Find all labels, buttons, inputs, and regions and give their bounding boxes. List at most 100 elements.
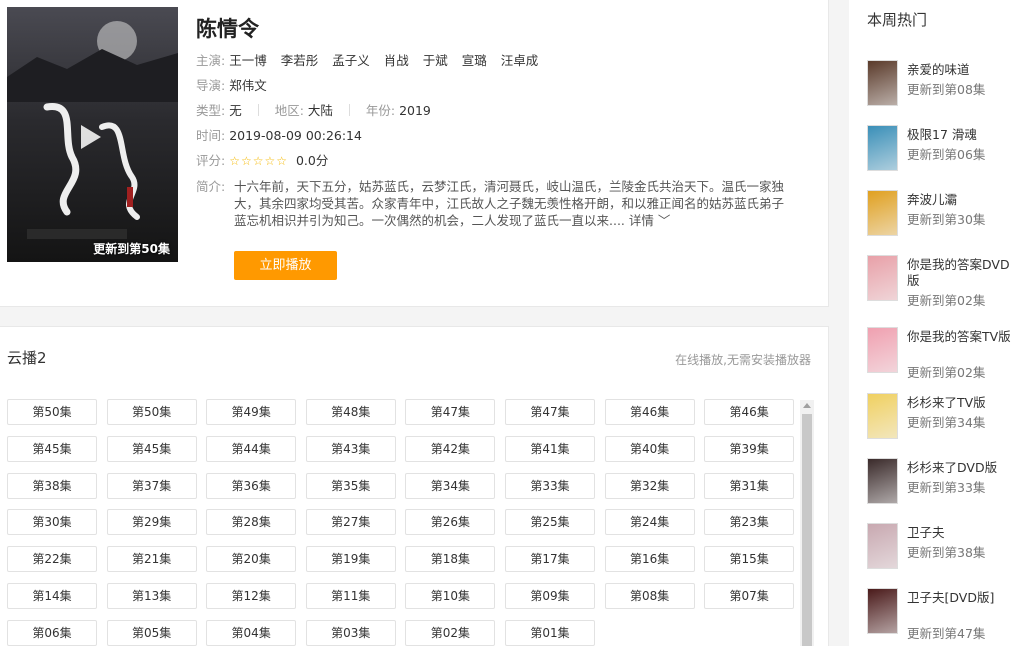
rating-stars-icon[interactable]: ☆☆☆☆☆ bbox=[229, 154, 288, 168]
episode-button[interactable]: 第38集 bbox=[7, 472, 97, 499]
episode-button[interactable]: 第04集 bbox=[206, 619, 297, 646]
episode-button[interactable]: 第13集 bbox=[106, 583, 197, 609]
episode-button[interactable]: 第22集 bbox=[7, 546, 97, 573]
hot-item-name[interactable]: 亲爱的味道 bbox=[907, 62, 1021, 78]
episode-button[interactable]: 第32集 bbox=[604, 472, 695, 499]
episode-button[interactable]: 第41集 bbox=[505, 435, 595, 462]
episode-button[interactable]: 第43集 bbox=[305, 435, 396, 462]
episode-button[interactable]: 第12集 bbox=[206, 583, 297, 609]
episode-button[interactable]: 第47集 bbox=[505, 399, 595, 425]
episode-button[interactable]: 第31集 bbox=[704, 472, 795, 499]
cast-link[interactable]: 李若彤 bbox=[281, 53, 319, 68]
hot-item[interactable]: 你是我的答案DVD版 更新到第02集 bbox=[867, 255, 1023, 308]
episode-button[interactable]: 第10集 bbox=[405, 583, 496, 609]
episode-button[interactable]: 第50集 bbox=[106, 399, 197, 425]
hot-thumbnail[interactable] bbox=[867, 60, 898, 106]
episode-button[interactable]: 第35集 bbox=[305, 472, 396, 499]
episode-button[interactable]: 第03集 bbox=[305, 619, 396, 646]
episode-button[interactable]: 第06集 bbox=[7, 619, 97, 646]
episode-button[interactable]: 第02集 bbox=[405, 619, 496, 646]
poster-image[interactable]: 更新到第50集 bbox=[7, 7, 178, 262]
episode-button[interactable]: 第29集 bbox=[106, 509, 197, 536]
play-now-button[interactable]: 立即播放 bbox=[234, 251, 337, 280]
episode-button[interactable]: 第14集 bbox=[7, 583, 97, 609]
more-label[interactable]: 详情 bbox=[629, 213, 654, 228]
scroll-up-icon[interactable] bbox=[803, 403, 811, 408]
hot-thumbnail[interactable] bbox=[867, 523, 898, 569]
hot-item[interactable]: 杉杉来了TV版 更新到第34集 bbox=[867, 393, 1023, 441]
hot-thumbnail[interactable] bbox=[867, 190, 898, 236]
episode-button[interactable]: 第37集 bbox=[106, 472, 197, 499]
hot-item-name[interactable]: 极限17 滑魂 bbox=[907, 127, 1021, 143]
episode-button[interactable]: 第27集 bbox=[305, 509, 396, 536]
hot-item[interactable]: 亲爱的味道 更新到第08集 bbox=[867, 60, 1023, 108]
region-value[interactable]: 大陆 bbox=[308, 103, 333, 118]
episode-button[interactable]: 第46集 bbox=[704, 399, 795, 425]
episode-button[interactable]: 第26集 bbox=[405, 509, 496, 536]
hot-item-name[interactable]: 你是我的答案TV版 bbox=[907, 329, 1021, 345]
hot-item-name[interactable]: 杉杉来了DVD版 bbox=[907, 460, 1021, 476]
episode-button[interactable]: 第19集 bbox=[305, 546, 396, 573]
cast-link[interactable]: 王一博 bbox=[229, 53, 267, 68]
episode-button[interactable]: 第17集 bbox=[505, 546, 595, 573]
more-link[interactable]: 详情 ﹀ bbox=[629, 213, 671, 228]
hot-thumbnail[interactable] bbox=[867, 327, 898, 373]
episode-button[interactable]: 第24集 bbox=[604, 509, 695, 536]
hot-item[interactable]: 杉杉来了DVD版 更新到第33集 bbox=[867, 458, 1023, 506]
episode-button[interactable]: 第20集 bbox=[206, 546, 297, 573]
cast-link[interactable]: 汪卓成 bbox=[501, 53, 539, 68]
hot-item-name[interactable]: 杉杉来了TV版 bbox=[907, 395, 1021, 411]
episode-button[interactable]: 第16集 bbox=[604, 546, 695, 573]
cast-link[interactable]: 孟子义 bbox=[332, 53, 370, 68]
episode-button[interactable]: 第47集 bbox=[405, 399, 496, 425]
source-name[interactable]: 云播2 bbox=[7, 347, 47, 368]
episode-button[interactable]: 第33集 bbox=[505, 472, 595, 499]
hot-thumbnail[interactable] bbox=[867, 458, 898, 504]
episode-button[interactable]: 第46集 bbox=[604, 399, 695, 425]
hot-item-name[interactable]: 你是我的答案DVD版 bbox=[907, 257, 1021, 289]
cast-link[interactable]: 肖战 bbox=[384, 53, 409, 68]
episode-button[interactable]: 第36集 bbox=[206, 472, 297, 499]
hot-thumbnail[interactable] bbox=[867, 255, 898, 301]
hot-item-name[interactable]: 奔波儿灞 bbox=[907, 192, 1021, 208]
episode-button[interactable]: 第34集 bbox=[405, 472, 496, 499]
episode-button[interactable]: 第48集 bbox=[305, 399, 396, 425]
type-value[interactable]: 无 bbox=[229, 103, 242, 118]
episode-button[interactable]: 第25集 bbox=[505, 509, 595, 536]
episode-button[interactable]: 第18集 bbox=[405, 546, 496, 573]
director-link[interactable]: 郑伟文 bbox=[229, 78, 267, 93]
episode-button[interactable]: 第44集 bbox=[206, 435, 297, 462]
hot-item[interactable]: 卫子夫 更新到第38集 bbox=[867, 523, 1023, 571]
episode-button[interactable]: 第05集 bbox=[106, 619, 197, 646]
episode-button[interactable]: 第40集 bbox=[604, 435, 695, 462]
hot-item[interactable]: 奔波儿灞 更新到第30集 bbox=[867, 190, 1023, 238]
episode-button[interactable]: 第30集 bbox=[7, 509, 97, 536]
cast-link[interactable]: 宣璐 bbox=[462, 53, 487, 68]
chevron-down-icon[interactable]: ﹀ bbox=[658, 213, 671, 228]
episode-button[interactable]: 第50集 bbox=[7, 399, 97, 425]
cast-link[interactable]: 于斌 bbox=[423, 53, 448, 68]
play-icon[interactable] bbox=[79, 123, 103, 151]
episode-button[interactable]: 第45集 bbox=[106, 435, 197, 462]
episode-button[interactable]: 第07集 bbox=[704, 583, 795, 609]
hot-item[interactable]: 卫子夫[DVD版] 更新到第47集 bbox=[867, 588, 1023, 641]
episode-button[interactable]: 第01集 bbox=[505, 619, 595, 646]
episode-button[interactable]: 第11集 bbox=[305, 583, 396, 609]
episode-scrollbar[interactable] bbox=[800, 400, 814, 646]
hot-item-name[interactable]: 卫子夫 bbox=[907, 525, 1021, 541]
hot-thumbnail[interactable] bbox=[867, 588, 898, 634]
episode-button[interactable]: 第08集 bbox=[604, 583, 695, 609]
episode-button[interactable]: 第09集 bbox=[505, 583, 595, 609]
hot-item[interactable]: 极限17 滑魂 更新到第06集 bbox=[867, 125, 1023, 173]
episode-button[interactable]: 第45集 bbox=[7, 435, 97, 462]
hot-thumbnail[interactable] bbox=[867, 393, 898, 439]
episode-button[interactable]: 第23集 bbox=[704, 509, 795, 536]
episode-button[interactable]: 第15集 bbox=[704, 546, 795, 573]
episode-button[interactable]: 第42集 bbox=[405, 435, 496, 462]
episode-button[interactable]: 第28集 bbox=[206, 509, 297, 536]
hot-item[interactable]: 你是我的答案TV版 更新到第02集 bbox=[867, 327, 1023, 380]
hot-item-name[interactable]: 卫子夫[DVD版] bbox=[907, 590, 1021, 606]
year-value[interactable]: 2019 bbox=[399, 103, 431, 118]
hot-thumbnail[interactable] bbox=[867, 125, 898, 171]
episode-button[interactable]: 第49集 bbox=[206, 399, 297, 425]
